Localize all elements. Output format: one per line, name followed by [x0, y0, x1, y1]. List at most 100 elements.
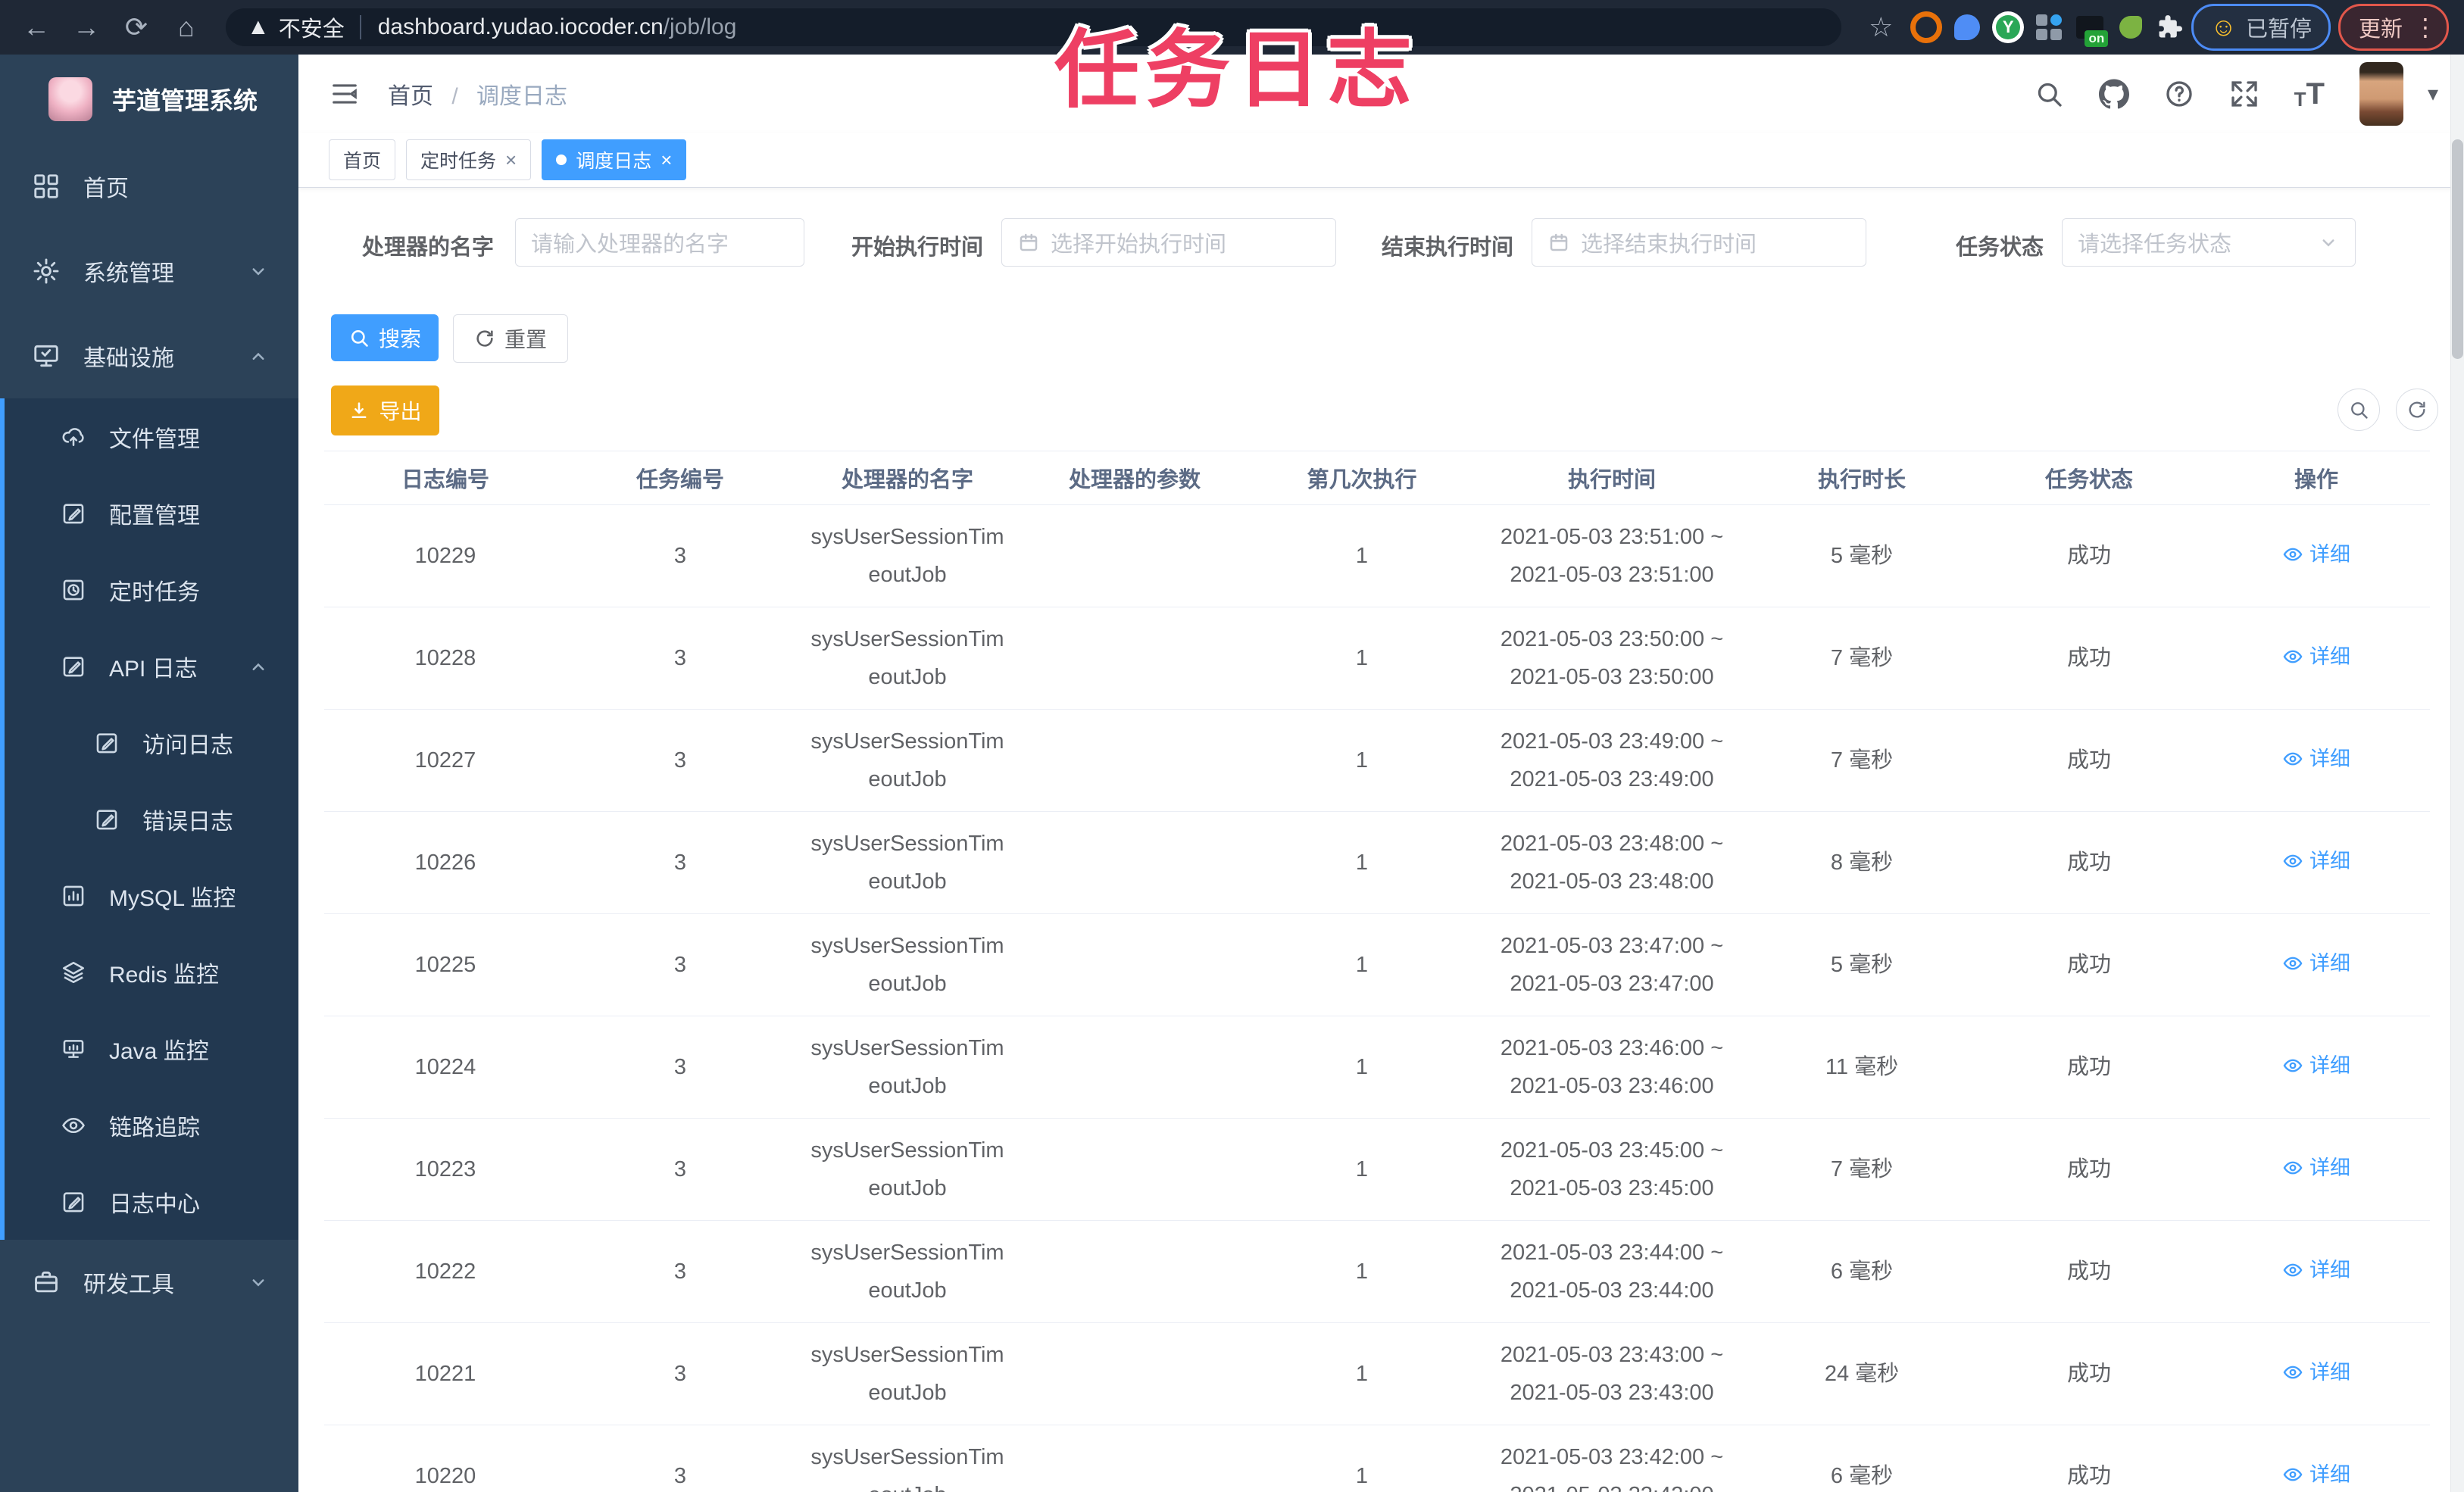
column-header-handler-param: 处理器的参数	[1068, 468, 1201, 492]
github-icon[interactable]	[2098, 78, 2129, 109]
sidebar-item-label: 定时任务	[109, 579, 200, 605]
page-scrollbar[interactable]	[2450, 55, 2464, 1492]
font-size-icon[interactable]: TT	[2294, 79, 2325, 109]
eye-icon	[2282, 646, 2303, 667]
start-time-picker[interactable]: 选择开始执行时间	[1001, 218, 1336, 267]
cell-job-id: 3	[673, 646, 687, 670]
sidebar-item-label: 文件管理	[109, 426, 200, 452]
back-icon[interactable]: ←	[15, 0, 58, 55]
cell-handler-name: sysUserSessionTimeoutJob	[810, 1343, 1004, 1405]
cell-job-id: 3	[673, 851, 687, 875]
sidebar-item-label: 首页	[83, 176, 129, 201]
sidebar-item-error-log[interactable]: 错误日志	[5, 781, 298, 857]
calendar-icon	[1017, 231, 1040, 254]
bookmark-star-icon[interactable]: ☆	[1860, 0, 1902, 55]
paused-badge[interactable]: ☺ 已暂停	[2191, 4, 2331, 51]
sidebar-item-java-monitor[interactable]: Java 监控	[5, 1010, 298, 1087]
reload-icon[interactable]: ⟳	[115, 0, 158, 55]
refresh-icon	[2406, 399, 2428, 420]
extension-on-icon[interactable]: on	[2073, 11, 2109, 47]
table-row: 10223 3 sysUserSessionTim eoutJob 1 2021-05-0…	[324, 1119, 2430, 1221]
reset-button[interactable]: 重置	[453, 314, 568, 363]
sidebar-item-home[interactable]: 首页	[0, 144, 298, 229]
cell-status: 成功	[2066, 1055, 2111, 1079]
tag-home[interactable]: 首页	[329, 139, 396, 180]
app-logo	[48, 77, 92, 121]
edit-square-icon	[61, 501, 86, 526]
browser-menu-dots-icon[interactable]: ⋮	[2413, 13, 2437, 42]
detail-link[interactable]: 详细	[2282, 1353, 2350, 1391]
sidebar: 芋道管理系统 首页系统管理 基础设施文件管理配置管理定时任务 API 日志 访问日志错…	[0, 55, 298, 1492]
status-select[interactable]: 请选择任务状态	[2062, 218, 2356, 267]
url-bar[interactable]: ▲ 不安全 dashboard.yudao.iocoder.cn/job/log	[226, 8, 1842, 46]
detail-link[interactable]: 详细	[2282, 1456, 2350, 1492]
extension-green-y-icon[interactable]: Y	[1991, 11, 2025, 44]
sidebar-item-redis-monitor[interactable]: Redis 监控	[5, 934, 298, 1010]
fullscreen-icon[interactable]	[2229, 79, 2259, 109]
sidebar-item-system-management[interactable]: 系统管理	[0, 229, 298, 314]
sidebar-item-access-log[interactable]: 访问日志	[5, 704, 298, 781]
avatar-caret-icon[interactable]: ▾	[2428, 81, 2438, 106]
avatar[interactable]	[2359, 61, 2403, 126]
extension-blue-icon[interactable]	[1950, 11, 1984, 44]
sidebar-item-api-log[interactable]: API 日志	[5, 628, 298, 704]
sidebar-item-scheduled-tasks[interactable]: 定时任务	[5, 551, 298, 628]
close-icon[interactable]: ×	[661, 150, 672, 170]
tag-scheduled-tasks[interactable]: 定时任务 ×	[406, 139, 532, 180]
eye-icon	[61, 1113, 86, 1138]
close-icon[interactable]: ×	[505, 150, 517, 170]
chevron-down-icon	[247, 260, 270, 282]
sidebar-item-log-center[interactable]: 日志中心	[5, 1163, 298, 1240]
sidebar-item-infrastructure[interactable]: 基础设施	[0, 314, 298, 398]
end-time-picker[interactable]: 选择结束执行时间	[1532, 218, 1866, 267]
filter-label-handler-name: 处理器的名字	[361, 236, 494, 260]
reset-label: 重置	[504, 328, 547, 351]
cell-exec-time: 2021-05-03 23:50:00 ~2021-05-03 23:50:00	[1500, 627, 1724, 689]
detail-link[interactable]: 详细	[2282, 944, 2350, 982]
handler-name-input[interactable]: 请输入处理器的名字	[515, 218, 804, 267]
detail-link[interactable]: 详细	[2282, 1149, 2350, 1187]
show-search-button[interactable]	[2338, 389, 2380, 431]
extensions-puzzle-icon[interactable]	[2155, 13, 2184, 42]
paused-label: 已暂停	[2245, 17, 2312, 42]
sidebar-item-label: 研发工具	[83, 1272, 174, 1297]
detail-link[interactable]: 详细	[2282, 535, 2350, 573]
breadcrumb: 首页 / 调度日志	[388, 77, 567, 111]
detail-link[interactable]: 详细	[2282, 638, 2350, 676]
cell-status: 成功	[2066, 1464, 2111, 1488]
detail-link[interactable]: 详细	[2282, 740, 2350, 778]
sidebar-item-file-management[interactable]: 文件管理	[5, 398, 298, 475]
hamburger-icon[interactable]	[329, 80, 361, 108]
extension-grid-icon[interactable]	[2032, 11, 2066, 44]
app-logo-row[interactable]: 芋道管理系统	[0, 55, 298, 144]
search-icon	[2348, 399, 2369, 420]
update-button[interactable]: 更新 ⋮	[2338, 4, 2449, 51]
scrollbar-thumb[interactable]	[2452, 139, 2463, 359]
cell-duration: 7 毫秒	[1830, 1157, 1894, 1181]
export-button[interactable]: 导出	[331, 385, 439, 435]
extension-leaf-icon[interactable]	[2114, 11, 2147, 44]
detail-link[interactable]: 详细	[2282, 1251, 2350, 1289]
refresh-table-button[interactable]	[2396, 389, 2438, 431]
sidebar-item-trace[interactable]: 链路追踪	[5, 1087, 298, 1163]
table-row: 10225 3 sysUserSessionTim eoutJob 1 2021-05-0…	[324, 914, 2430, 1016]
search-icon[interactable]	[2034, 79, 2064, 109]
sidebar-item-config-management[interactable]: 配置管理	[5, 475, 298, 551]
cell-status: 成功	[2066, 646, 2111, 670]
detail-link[interactable]: 详细	[2282, 1047, 2350, 1085]
cell-actions: 详细	[2203, 1353, 2430, 1395]
sidebar-item-mysql-monitor[interactable]: MySQL 监控	[5, 857, 298, 934]
extension-orange-icon[interactable]	[1910, 11, 1943, 44]
breadcrumb-home[interactable]: 首页	[388, 84, 433, 109]
search-button[interactable]: 搜索	[331, 314, 439, 361]
forward-icon[interactable]: →	[65, 0, 108, 55]
eye-icon	[2282, 851, 2303, 872]
help-icon[interactable]	[2164, 79, 2194, 109]
eye-icon	[2282, 1362, 2303, 1383]
detail-link[interactable]: 详细	[2282, 842, 2350, 880]
home-icon[interactable]: ⌂	[165, 0, 208, 55]
eye-icon	[2282, 748, 2303, 769]
cell-exec-index: 1	[1355, 748, 1369, 773]
sidebar-item-dev-tools[interactable]: 研发工具	[0, 1240, 298, 1325]
tag-job-log-active[interactable]: 调度日志 ×	[542, 139, 687, 180]
